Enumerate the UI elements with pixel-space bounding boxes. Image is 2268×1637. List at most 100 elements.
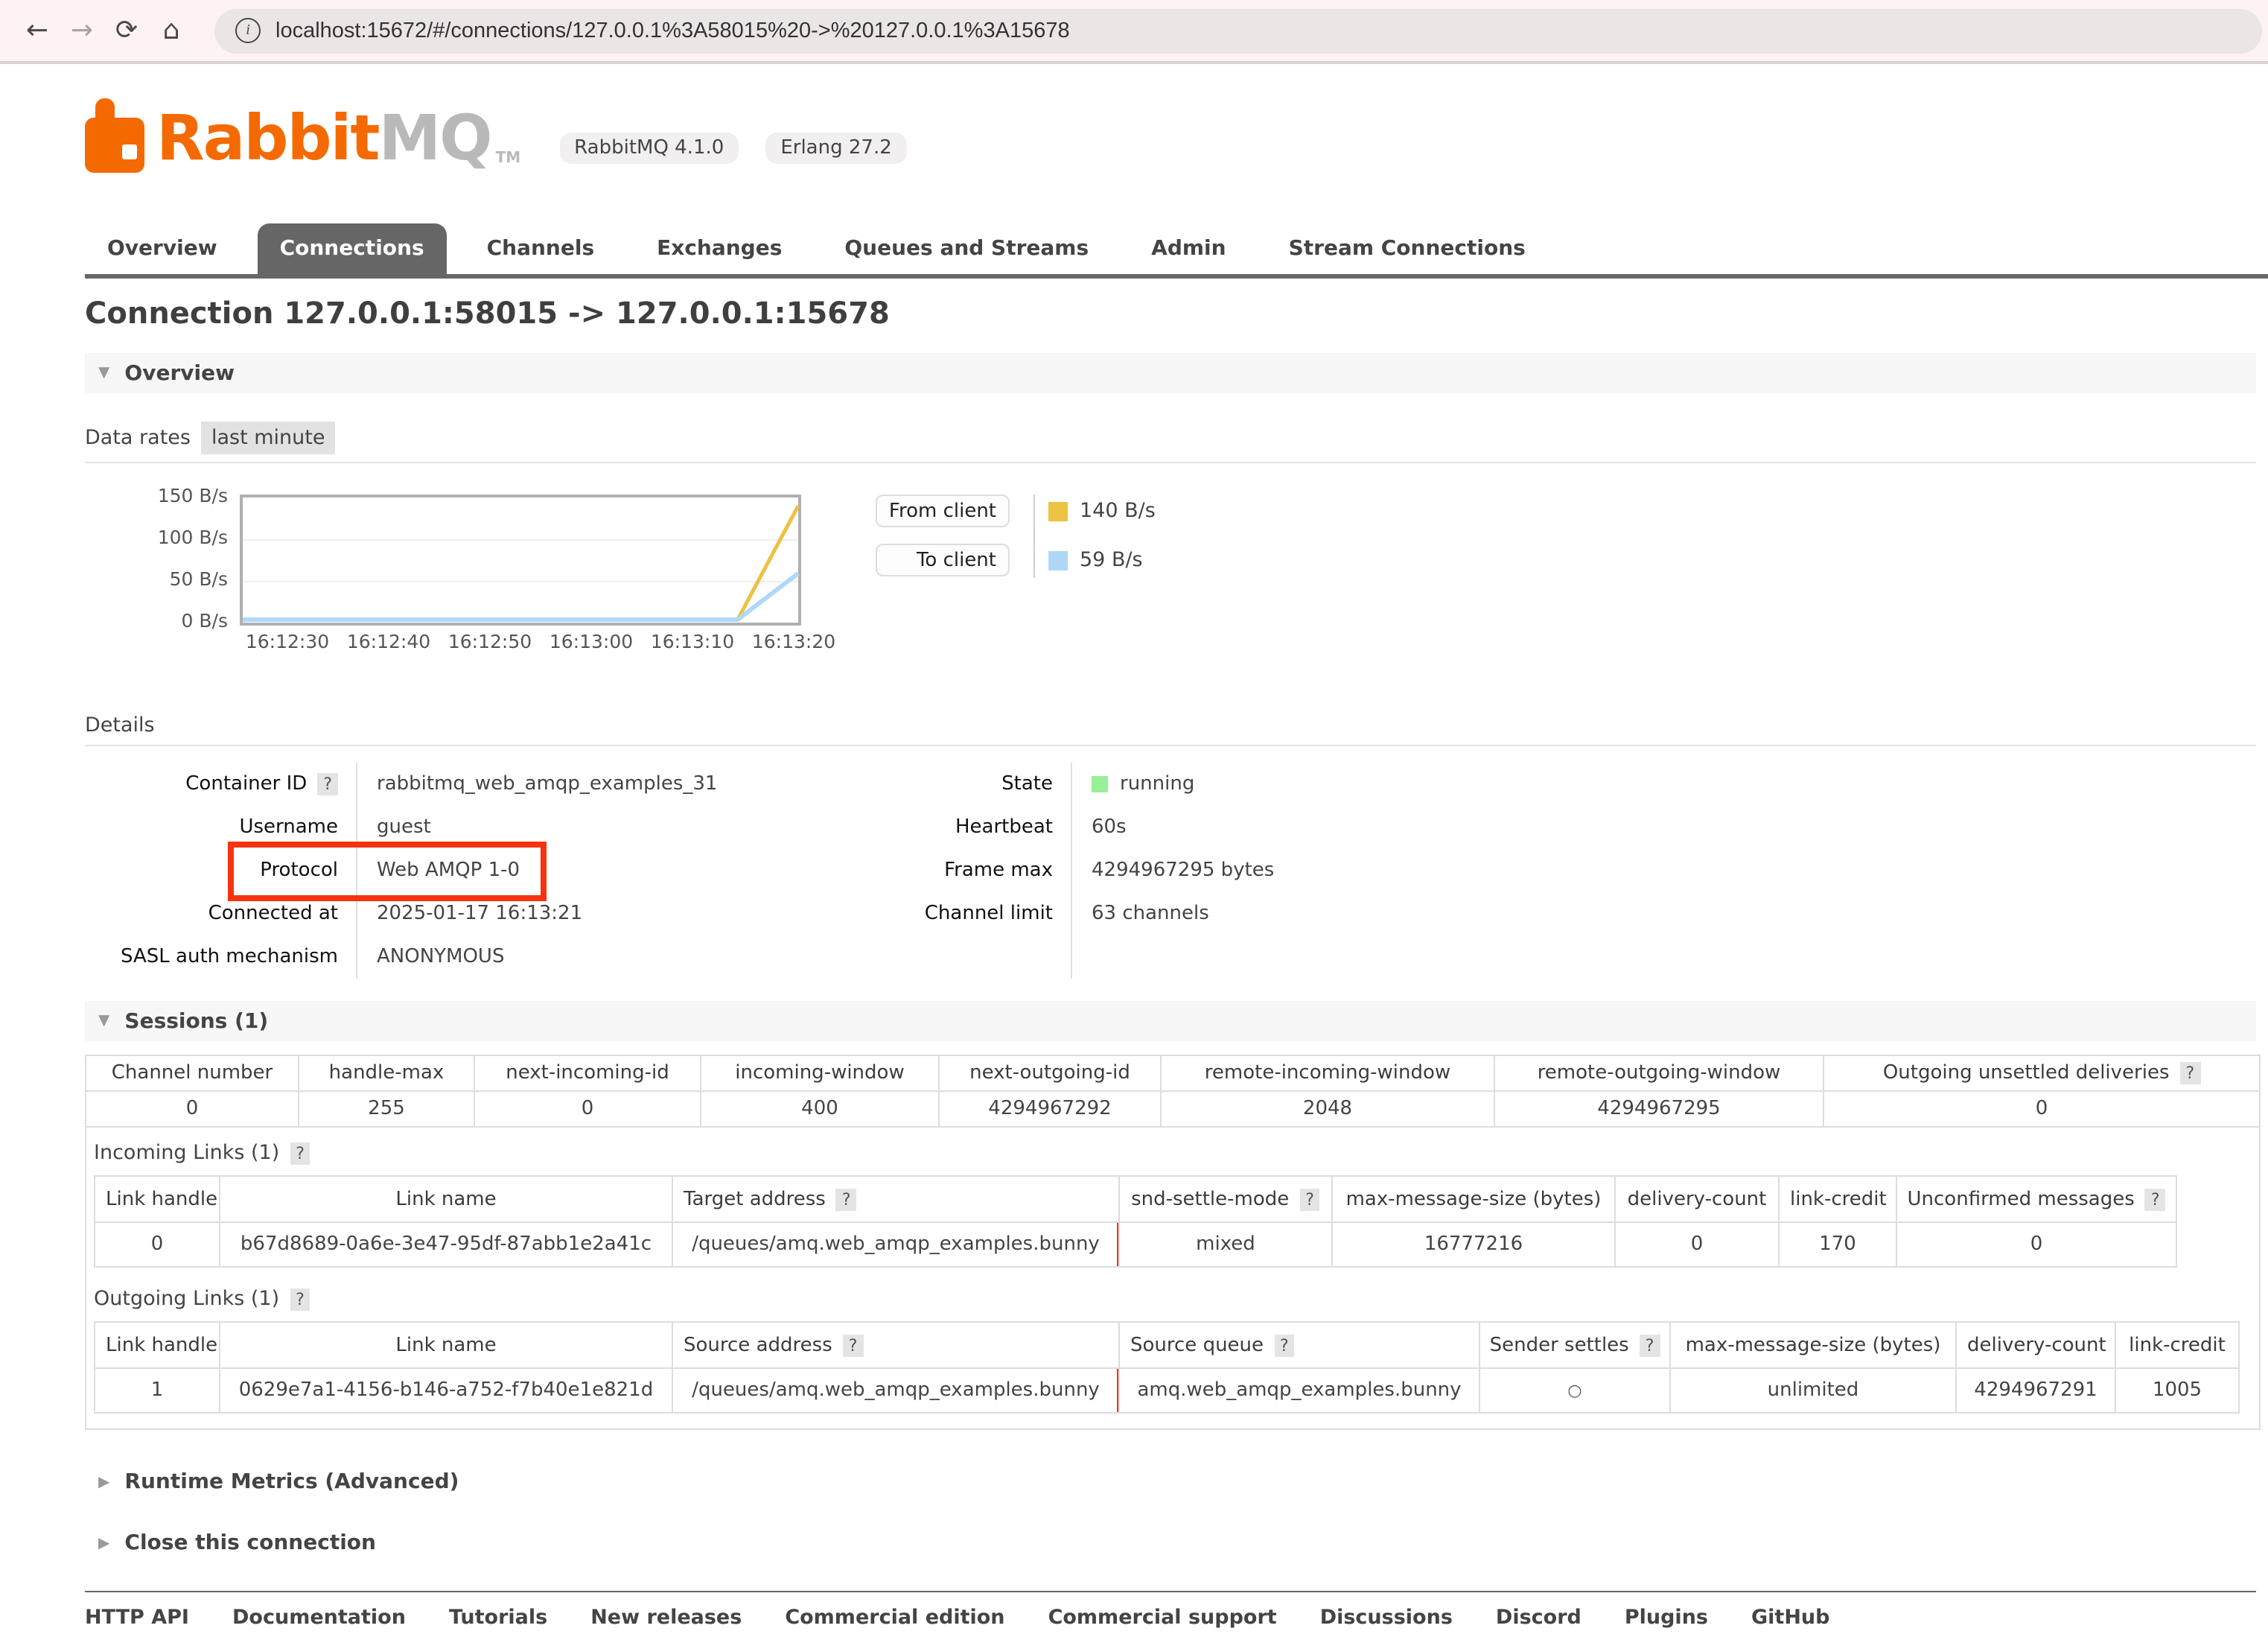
details-heading: Details [85,713,2256,737]
footer-link-discord[interactable]: Discord [1496,1606,1581,1630]
rabbitmq-logo[interactable]: RabbitMQ TM [85,98,520,173]
sender-settles-false-icon: ○ [1479,1368,1670,1413]
help-icon[interactable]: ? [1640,1334,1660,1356]
detail-label: Protocol [260,859,338,882]
session-links-cell: Incoming Links (1) ? Link handle Link na… [86,1127,2260,1429]
outgoing-links-label: Outgoing Links (1) ? [94,1287,2247,1311]
detail-row-channel-limit: Channel limit 63 channels [800,892,1723,935]
section-header-runtime-metrics[interactable]: ▶ Runtime Metrics (Advanced) [85,1470,2256,1494]
chart-y-axis: 150 B/s 100 B/s 50 B/s 0 B/s [85,486,228,630]
col-remote-incoming-window: remote-incoming-window [1161,1055,1494,1091]
tab-channels[interactable]: Channels [465,223,617,274]
tab-connections[interactable]: Connections [258,223,447,274]
section-collapsed-icon: ▶ [98,1474,109,1490]
reload-button[interactable]: ⟳ [104,8,149,53]
sessions-header-row: Channel number handle-max next-incoming-… [86,1055,2260,1091]
help-icon[interactable]: ? [2145,1188,2166,1210]
col-source-queue: Source queue ? [1119,1322,1479,1368]
help-icon[interactable]: ? [2180,1062,2201,1084]
footer-link-github[interactable]: GitHub [1751,1606,1829,1630]
section-header-overview[interactable]: ▼ Overview [85,353,2256,393]
help-icon[interactable]: ? [843,1334,864,1356]
help-icon[interactable]: ? [1274,1334,1295,1356]
address-bar[interactable]: i localhost:15672/#/connections/127.0.0.… [214,8,2262,53]
data-rates-chart: 150 B/s 100 B/s 50 B/s 0 B/s 16:12:30 16… [85,466,2256,672]
help-icon[interactable]: ? [1299,1188,1320,1210]
footer-link-tutorials[interactable]: Tutorials [449,1606,547,1630]
col-link-handle: Link handle [95,1176,220,1222]
rabbitmq-logo-icon [85,98,147,173]
from-client-swatch [1048,501,1068,521]
url-text: localhost:15672/#/connections/127.0.0.1%… [275,19,1070,42]
page-title: Connection 127.0.0.1:58015 -> 127.0.0.1:… [85,295,2256,331]
footer-divider [85,1591,2256,1592]
col-max-message-size: max-message-size (bytes) [1332,1176,1615,1222]
col-handle-max: handle-max [299,1055,474,1091]
home-button[interactable]: ⌂ [149,8,194,53]
col-link-credit: link-credit [2115,1322,2239,1368]
detail-row-state: State running [800,763,1723,806]
detail-label: Channel limit [925,903,1053,925]
section-expanded-icon: ▼ [98,365,109,381]
footer-links: HTTP API Documentation Tutorials New rel… [85,1606,2256,1630]
help-icon[interactable]: ? [290,1288,310,1310]
outgoing-links-header-row: Link handle Link name Source address ? S… [95,1322,2239,1368]
tab-overview[interactable]: Overview [85,223,240,274]
erlang-version-badge: Erlang 27.2 [765,133,906,164]
tab-exchanges[interactable]: Exchanges [634,223,804,274]
col-snd-settle-mode: snd-settle-mode ? [1119,1176,1332,1222]
to-client-rate: 59 B/s [1080,548,1143,572]
tab-queues-and-streams[interactable]: Queues and Streams [822,223,1111,274]
help-icon[interactable]: ? [290,1142,310,1164]
footer-link-plugins[interactable]: Plugins [1625,1606,1708,1630]
footer-link-http-api[interactable]: HTTP API [85,1606,189,1630]
incoming-links-header-row: Link handle Link name Target address ? s… [95,1176,2176,1222]
tab-stream-connections[interactable]: Stream Connections [1267,223,1548,274]
divider [85,462,2256,463]
col-unconfirmed-messages: Unconfirmed messages ? [1896,1176,2176,1222]
forward-button[interactable]: → [60,8,104,53]
section-header-sessions[interactable]: ▼ Sessions (1) [85,1001,2256,1041]
site-info-icon[interactable]: i [235,18,261,43]
col-link-credit: link-credit [1779,1176,1896,1222]
back-button[interactable]: ← [15,8,60,53]
main-nav-tabs: Overview Connections Channels Exchanges … [85,223,2268,279]
section-header-close-connection[interactable]: ▶ Close this connection [85,1531,2256,1555]
incoming-links-label: Incoming Links (1) ? [94,1141,2247,1165]
browser-toolbar: ← → ⟳ ⌂ i localhost:15672/#/connections/… [0,0,2268,64]
detail-label: Heartbeat [955,816,1053,839]
details-grid: Container ID ? rabbitmq_web_amqp_example… [85,763,2256,979]
logo-wordmark: RabbitMQ [156,104,491,173]
legend-values: 140 B/s 59 B/s [1048,495,1156,576]
footer-link-commercial-support[interactable]: Commercial support [1048,1606,1277,1630]
col-max-message-size: max-message-size (bytes) [1670,1322,1956,1368]
rate-mode-toggle[interactable]: last minute [201,422,336,454]
footer-link-commercial-edition[interactable]: Commercial edition [785,1606,1004,1630]
col-next-incoming-id: next-incoming-id [474,1055,701,1091]
target-address-value: /queues/amq.web_amqp_examples.bunny [692,1233,1100,1256]
footer-link-documentation[interactable]: Documentation [232,1606,406,1630]
detail-row-filler [800,935,1723,979]
detail-label: Connected at [208,903,338,925]
data-rates-line: Data rates last minute [85,422,2256,454]
tab-admin[interactable]: Admin [1129,223,1248,274]
trademark-label: TM [496,150,521,167]
help-icon[interactable]: ? [836,1188,857,1210]
footer-link-discussions[interactable]: Discussions [1320,1606,1453,1630]
col-incoming-window: incoming-window [701,1055,939,1091]
col-next-outgoing-id: next-outgoing-id [939,1055,1161,1091]
legend-from-client-button[interactable]: From client [876,495,1010,527]
detail-label: State [1001,773,1053,795]
legend-divider [1033,495,1035,578]
help-icon[interactable]: ? [317,773,338,795]
detail-row-heartbeat: Heartbeat 60s [800,806,1723,849]
col-outgoing-unsettled: Outgoing unsettled deliveries ? [1823,1055,2260,1091]
sessions-data-row: 0 255 0 400 4294967292 2048 4294967295 0 [86,1091,2260,1127]
running-status-square [1092,776,1108,792]
col-remote-outgoing-window: remote-outgoing-window [1494,1055,1823,1091]
data-rates-label: Data rates [85,426,191,450]
legend-to-client-button[interactable]: To client [876,544,1010,576]
section-collapsed-icon: ▶ [98,1535,109,1551]
sessions-table: Channel number handle-max next-incoming-… [85,1055,2261,1430]
footer-link-new-releases[interactable]: New releases [590,1606,742,1630]
